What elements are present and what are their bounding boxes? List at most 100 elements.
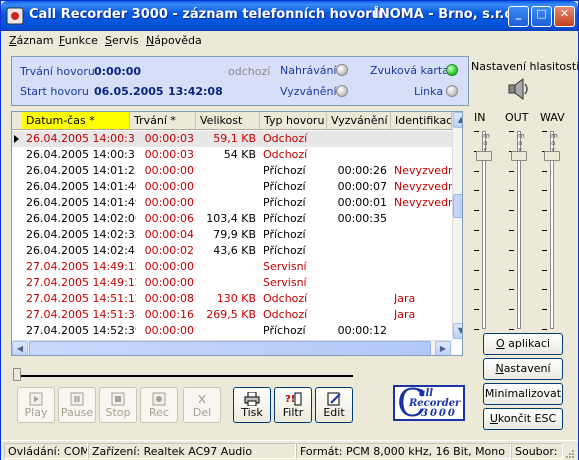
exit-button[interactable]: Ukončit ESC [483,408,563,430]
record-button[interactable]: Rec [140,387,178,423]
logo-line3: 3000 [421,408,457,419]
playback-position-slider[interactable] [11,366,354,384]
settings-button[interactable]: Nastavení [483,358,563,380]
filter-button[interactable]: ?! Filtr [274,387,312,423]
table-row[interactable]: 26.04.2005 14:02:06 00:00:06 103,4 KB Přích… [12,211,452,227]
scroll-right-icon[interactable]: ▶ [435,341,451,355]
stop-button[interactable]: Stop [99,387,137,423]
table-cell: 00:00:08 [144,292,194,305]
speaker-icon [508,78,528,100]
table-cell [394,147,452,163]
table-cell: 00:00:00 [144,324,194,337]
col-identification[interactable]: Identifikace [391,112,452,129]
table-row[interactable]: 27.04.2005 14:51:38 00:00:16 269,5 KB Odcho… [12,307,452,323]
table-cell: 26.04.2005 14:02:06 [26,212,136,225]
table-row[interactable]: 27.04.2005 14:51:12 00:00:08 130 KB Odchozí… [12,291,452,307]
table-cell: 27.04.2005 14:51:12 [26,292,136,305]
horizontal-scrollbar[interactable]: ◀ ▶ [12,340,452,355]
slider-tick [509,210,514,212]
play-label: Play [24,406,48,419]
table-cell: 59,1 KB [213,132,256,145]
table-cell [327,227,387,243]
col-type[interactable]: Typ hovoru * [260,112,327,129]
sound-card-label: Zvuková karta [370,64,449,77]
table-row[interactable]: 26.04.2005 14:02:32 00:00:04 79,9 KB Přícho… [12,227,452,243]
table-cell [394,323,452,339]
table-row[interactable]: 27.04.2005 14:49:12 00:00:00 Servisní [12,259,452,275]
maximize-button[interactable]: □ [531,6,552,27]
play-icon [29,392,43,406]
company-name: INOMA - Brno, s.r.o. [374,7,519,22]
about-button[interactable]: O aplikaci [483,333,563,355]
table-cell: 00:00:03 [144,132,194,145]
volume-title: Nastavení hlasitosti [471,60,579,73]
slider-tick [474,170,479,172]
play-button[interactable]: Play [17,387,55,423]
table-row[interactable]: 26.04.2005 14:01:49 00:00:00 Příchozí 00:00… [12,195,452,211]
table-cell: 26.04.2005 14:01:23 [26,164,136,177]
slider-tick [474,269,479,271]
playback-track [17,375,353,377]
vertical-scrollbar[interactable]: ▲ ▼ [452,112,462,340]
table-row[interactable]: 26.04.2005 14:01:40 00:00:00 Příchozí 00:00… [12,179,452,195]
filter-icon: ?! [285,392,302,406]
minimize-button[interactable]: _ [508,6,529,27]
volume-thumb-in[interactable] [476,150,492,161]
table-cell: 27.04.2005 14:52:39 [26,324,136,337]
table-row[interactable]: 26.04.2005 14:02:41 00:00:02 43,6 KB Přícho… [12,243,452,259]
edit-button[interactable]: Edit [315,387,353,423]
slider-tick [542,170,547,172]
window-title: Call Recorder 3000 - záznam telefonních … [29,7,381,22]
table-row[interactable]: 27.04.2005 14:49:12 00:00:00 Servisní [12,275,452,291]
print-button[interactable]: Tisk [233,387,271,423]
hscroll-thumb[interactable] [29,341,431,355]
ringing-label: Vyzvánění [280,85,337,98]
table-row[interactable]: 26.04.2005 14:01:23 00:00:00 Příchozí 00:00… [12,163,452,179]
table-cell: Servisní [263,276,307,289]
title-bar[interactable]: Call Recorder 3000 - záznam telefonních … [1,1,578,31]
menu-servis[interactable]: Servis [105,34,139,47]
table-row[interactable]: 26.04.2005 14:00:31 00:00:03 54 KB Odchozí [12,147,452,163]
col-size[interactable]: Velikost [196,112,260,129]
table-cell: 27.04.2005 14:51:38 [26,308,136,321]
menu-funkce[interactable]: Funkce [59,34,98,47]
table-row[interactable]: 26.04.2005 14:00:31 00:00:03 59,1 KB Odchoz… [12,131,452,147]
scroll-left-icon[interactable]: ◀ [12,341,28,355]
col-duration[interactable]: Trvání * [130,112,196,129]
edit-label: Edit [323,406,345,419]
delete-button[interactable]: Del [183,387,221,423]
calls-table[interactable]: Datum-čas * Trvání * Velikost Typ hovoru… [11,111,463,356]
table-cell: 26.04.2005 14:00:31 [26,148,136,161]
table-cell [394,243,452,259]
table-cell: 00:00:00 [144,260,194,273]
menu-zaznam[interactable]: Záznam [9,34,54,47]
col-ringing[interactable]: Vyzvánění [327,112,391,129]
minimize-app-button[interactable]: Minimalizovat [483,383,563,405]
resize-grip-icon[interactable] [563,447,575,459]
playback-thumb[interactable] [13,368,21,381]
status-device: Zařízení: Realtek AC97 Audio [88,443,296,459]
menu-napoveda[interactable]: Nápověda [146,34,202,47]
table-cell: 269,5 KB [206,308,256,321]
slider-tick [474,230,479,231]
volume-thumb-out[interactable] [511,150,527,161]
pause-button[interactable]: Pause [58,387,96,423]
status-file: Soubor: MP3 [511,443,563,459]
table-row[interactable]: 27.04.2005 14:52:39 00:00:00 Příchozí 00:00… [12,323,452,339]
scroll-up-icon[interactable]: ▲ [453,112,462,128]
scroll-down-icon[interactable]: ▼ [453,323,462,339]
close-button[interactable]: ✕ [554,6,575,27]
table-cell: Odchozí [263,132,308,145]
scroll-thumb[interactable] [453,194,462,218]
table-cell [327,291,387,307]
col-datetime[interactable]: Datum-čas * [22,112,130,129]
stop-icon [111,392,125,406]
stop-label: Stop [105,406,131,419]
delete-label: Del [192,406,212,419]
table-cell: 54 KB [223,148,256,161]
volume-thumb-wav[interactable] [544,150,560,161]
table-cell: Odchozí [263,292,308,305]
status-control: Ovládání: COM2 [4,443,88,459]
table-cell [196,163,256,179]
table-cell: 00:00:06 [144,212,194,225]
